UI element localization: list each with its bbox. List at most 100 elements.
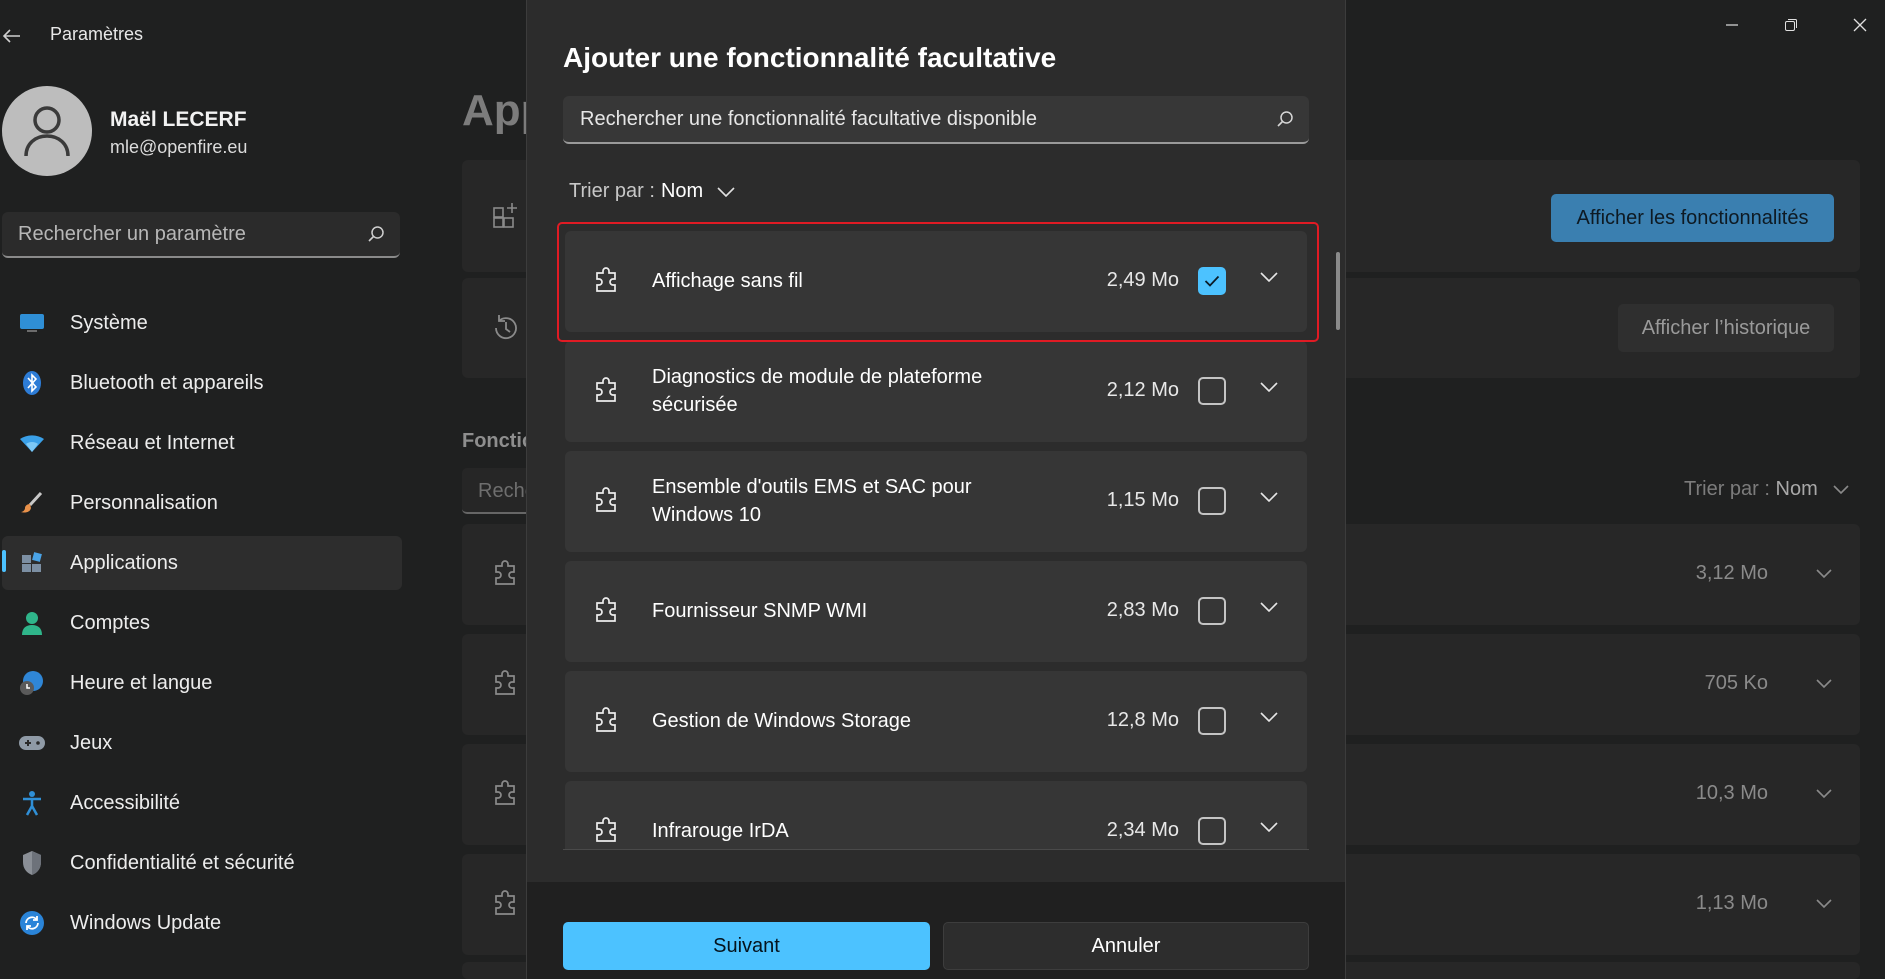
chevron-down-icon: [1833, 485, 1849, 494]
apps-icon: [18, 549, 46, 577]
next-button[interactable]: Suivant: [563, 922, 930, 970]
installed-sort[interactable]: Trier par : Nom: [1684, 478, 1849, 501]
chevron-down-icon[interactable]: [1816, 789, 1832, 799]
feature-checkbox[interactable]: [1198, 597, 1226, 625]
sidebar-item-label: Confidentialité et sécurité: [70, 851, 295, 874]
user-email: mle@openfire.eu: [110, 137, 248, 157]
feature-list-scrollbar[interactable]: [1336, 252, 1340, 330]
back-arrow-icon[interactable]: [0, 24, 24, 48]
sidebar-item-systeme[interactable]: Système: [2, 296, 402, 350]
feature-name: Diagnostics de module de plateforme sécu…: [652, 366, 983, 416]
feature-row[interactable]: Gestion de Windows Storage 12,8 Mo: [565, 671, 1307, 772]
bluetooth-icon: [18, 369, 46, 397]
chevron-down-icon[interactable]: [1816, 679, 1832, 689]
shield-icon: [18, 849, 46, 877]
feature-checkbox[interactable]: [1198, 707, 1226, 735]
feature-row[interactable]: Fournisseur SNMP WMI 2,83 Mo: [565, 561, 1307, 662]
update-icon: [18, 909, 46, 937]
restore-icon: [1785, 19, 1797, 31]
view-history-button[interactable]: Afficher l’historique: [1618, 304, 1834, 352]
chevron-down-icon[interactable]: [1260, 822, 1278, 832]
sidebar-item-windows-update[interactable]: Windows Update: [2, 896, 402, 950]
globe-clock-icon: [18, 669, 46, 697]
close-icon: [1853, 18, 1867, 32]
sort-value: Nom: [660, 180, 704, 202]
chevron-down-icon[interactable]: [1816, 899, 1832, 909]
feature-size: 3,12 Mo: [1695, 562, 1768, 584]
feature-name: Infrarouge IrDA: [652, 820, 789, 842]
sidebar-item-label: Comptes: [70, 611, 151, 634]
avatar[interactable]: [2, 86, 92, 176]
add-apps-icon: [492, 200, 522, 230]
sidebar-item-comptes[interactable]: Comptes: [2, 596, 402, 650]
puzzle-icon: [492, 560, 520, 588]
app-title: Paramètres: [50, 24, 144, 44]
chevron-down-icon[interactable]: [1816, 569, 1832, 579]
sidebar-item-label: Jeux: [70, 731, 113, 754]
sidebar-item-label: Réseau et Internet: [70, 431, 235, 454]
sidebar-item-personnalisation[interactable]: Personnalisation: [2, 476, 402, 530]
feature-row[interactable]: Ensemble d'outils EMS et SAC pour Window…: [565, 451, 1307, 552]
feature-search-input[interactable]: Rechercher une fonctionnalité facultativ…: [563, 96, 1309, 144]
monitor-icon: [18, 309, 46, 337]
puzzle-icon: [593, 817, 621, 845]
sidebar-item-jeux[interactable]: Jeux: [2, 716, 402, 770]
chevron-down-icon[interactable]: [1260, 602, 1278, 612]
settings-search-input[interactable]: Rechercher un paramètre: [2, 212, 400, 258]
user-name: Maël LECERF: [110, 108, 247, 131]
restore-button[interactable]: [1771, 10, 1811, 40]
chevron-down-icon[interactable]: [1260, 382, 1278, 392]
view-features-button[interactable]: Afficher les fonctionnalités: [1551, 194, 1834, 242]
installed-features-search[interactable]: Reche: [462, 468, 536, 514]
sidebar-item-label: Applications: [70, 551, 178, 574]
sidebar-item-label: Système: [70, 311, 148, 334]
minimize-icon: [1726, 24, 1738, 26]
search-icon: [1275, 109, 1295, 129]
sidebar-item-label: Heure et langue: [70, 671, 213, 694]
feature-name: Fournisseur SNMP WMI: [652, 600, 868, 622]
sidebar-item-label: Windows Update: [70, 911, 222, 934]
puzzle-icon: [593, 377, 621, 405]
feature-checkbox[interactable]: [1198, 817, 1226, 845]
sidebar-item-applications[interactable]: Applications: [2, 536, 402, 590]
feature-size: 2,34 Mo: [1106, 819, 1179, 841]
selection-indicator: [2, 550, 6, 572]
sidebar-item-label: Personnalisation: [70, 491, 218, 514]
puzzle-icon: [593, 597, 621, 625]
sort-label: Trier par :: [569, 180, 655, 202]
sidebar-item-reseau[interactable]: Réseau et Internet: [2, 416, 402, 470]
puzzle-icon: [593, 487, 621, 515]
feature-size: 1,15 Mo: [1106, 489, 1179, 511]
sort-dropdown[interactable]: Trier par : Nom: [569, 180, 735, 203]
sidebar-item-label: Accessibilité: [70, 791, 181, 814]
feature-name: Gestion de Windows Storage: [652, 710, 912, 732]
settings-search-placeholder: Rechercher un paramètre: [18, 223, 246, 245]
feature-checkbox[interactable]: [1198, 377, 1226, 405]
person-icon: [18, 609, 46, 637]
puzzle-icon: [593, 707, 621, 735]
feature-row[interactable]: Infrarouge IrDA 2,34 Mo: [565, 781, 1307, 849]
feature-size: 1,13 Mo: [1695, 892, 1768, 914]
search-icon: [366, 224, 386, 244]
chevron-down-icon: [717, 186, 735, 197]
sidebar-item-bluetooth[interactable]: Bluetooth et appareils: [2, 356, 402, 410]
feature-row[interactable]: Diagnostics de module de plateforme sécu…: [565, 341, 1307, 442]
dialog-title: Ajouter une fonctionnalité facultative: [563, 42, 1057, 73]
selection-highlight-box: [557, 222, 1319, 342]
puzzle-icon: [492, 890, 520, 918]
chevron-down-icon[interactable]: [1260, 492, 1278, 502]
feature-size: 12,8 Mo: [1106, 709, 1179, 731]
installed-sort-label: Trier par :: [1684, 478, 1770, 500]
person-icon: [24, 106, 70, 157]
sidebar-item-heure-langue[interactable]: Heure et langue: [2, 656, 402, 710]
close-button[interactable]: [1840, 10, 1880, 40]
history-icon: [490, 312, 522, 344]
sidebar-item-confidentialite[interactable]: Confidentialité et sécurité: [2, 836, 402, 890]
accessibility-icon: [18, 789, 46, 817]
chevron-down-icon[interactable]: [1260, 712, 1278, 722]
minimize-button[interactable]: [1712, 10, 1752, 40]
feature-checkbox[interactable]: [1198, 487, 1226, 515]
feature-size: 705 Ko: [1704, 672, 1768, 694]
sidebar-item-accessibilite[interactable]: Accessibilité: [2, 776, 402, 830]
cancel-button[interactable]: Annuler: [943, 922, 1309, 970]
